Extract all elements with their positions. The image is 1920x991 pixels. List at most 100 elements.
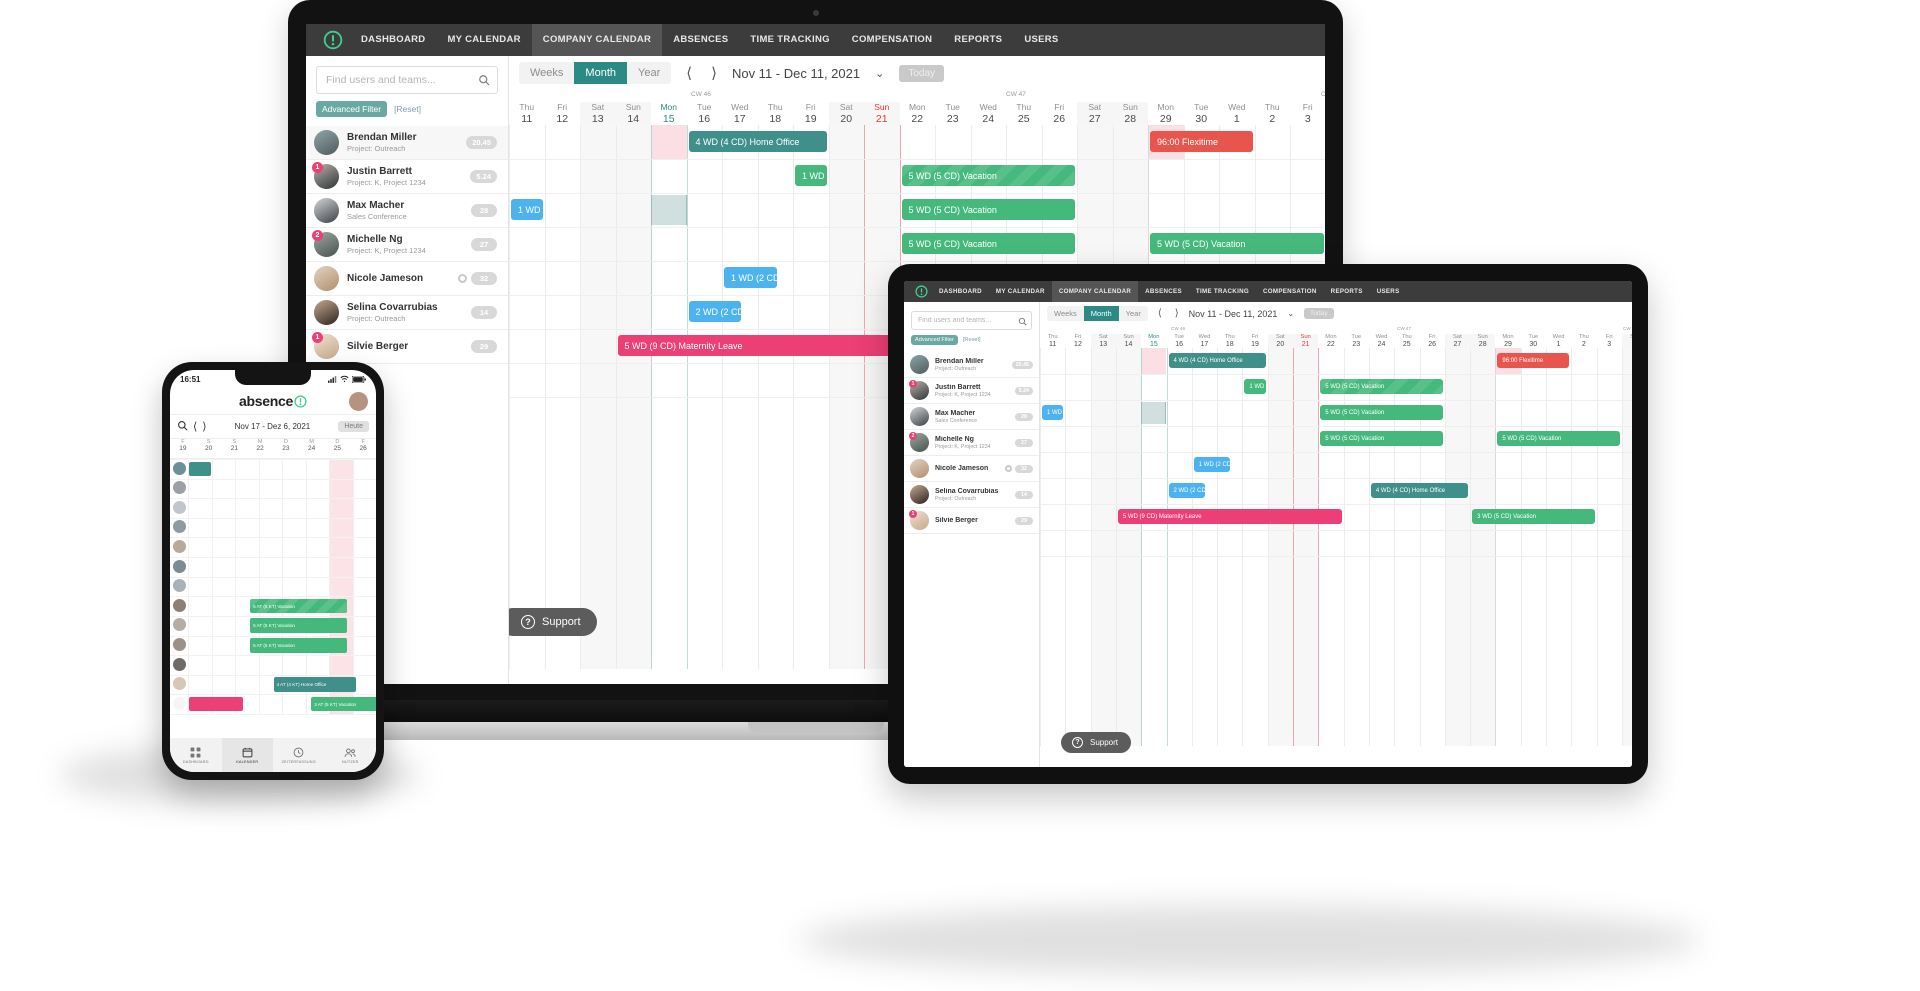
view-month-button[interactable]: Month [1083,306,1119,321]
view-year-button[interactable]: Year [627,62,671,84]
chevron-right-icon[interactable]: ⟩ [1172,308,1182,319]
today-button[interactable]: Today [899,64,945,82]
calendar-event-bar[interactable]: 3 AT (5 KT) Vacation [311,696,376,712]
day-column[interactable]: Sun 14 [615,102,651,125]
day-column[interactable]: Mon 29 [1148,102,1184,125]
day-column[interactable]: Sat 27 [1444,334,1471,348]
day-column[interactable]: Mon 15 [651,102,687,125]
user-list-item[interactable]: Max Macher Sales Conference 28 [306,194,508,228]
avatar[interactable] [349,392,368,411]
nav-item-dashboard[interactable]: DASHBOARD [350,24,436,56]
nav-item-dashboard[interactable]: DASHBOARD [932,281,989,302]
nav-item-company-calendar[interactable]: COMPANY CALENDAR [531,24,663,56]
user-list-item[interactable]: 2 Michelle Ng Project: K, Project 1234 2… [306,228,508,262]
chevron-left-icon[interactable]: ⟨ [1155,308,1165,319]
phone-nav-dashboard[interactable]: DASHBOARD [170,738,222,772]
reset-filter-link[interactable]: [Reset] [394,104,421,114]
calendar-event-bar[interactable]: 5 WD (5 CD) Vacation [1150,233,1324,254]
calendar-event-bar[interactable]: 5 WD (5 CD) Vacation [1320,379,1443,394]
user-list-item[interactable]: Nicole Jameson 32 [904,456,1039,482]
advanced-filter-button[interactable]: Advanced Filter [316,101,388,117]
day-column[interactable]: Sat 13 [1090,334,1116,348]
day-column[interactable]: Thu 11 [1040,334,1065,348]
date-range-label[interactable]: Nov 11 - Dec 11, 2021 [1189,309,1278,319]
calendar-event-bar[interactable]: 5 WD (5 CD) Vacation [1497,431,1620,446]
day-column[interactable]: Fri 26 [1419,334,1444,348]
user-list-item[interactable]: Brendan Miller Project: Outreach 20.45 [904,352,1039,378]
calendar-event-bar[interactable]: 5 WD (5 CD) Vacation [1320,431,1443,446]
date-range-label[interactable]: Nov 17 - Dez 6, 2021 [212,422,334,431]
calendar-event-bar[interactable]: 5 WD (5 CD) Vacation [901,165,1075,186]
search-icon[interactable] [177,418,188,436]
reset-filter-link[interactable]: [Reset] [963,337,981,343]
phone-day-column[interactable]: D 23 [273,439,299,458]
calendar-event-bar[interactable]: 1 WD (2 CD) [1193,457,1231,472]
day-column[interactable]: Wed 24 [1369,334,1394,348]
calendar-event-bar[interactable]: 5 AT (5 KT) Vacation [250,638,347,653]
day-column[interactable]: Wed 24 [971,102,1007,125]
day-column[interactable]: Wed 17 [722,102,758,125]
calendar-event-bar[interactable]: 1 WD (2 CD) [724,267,777,288]
calendar-event-bar[interactable]: 4 WD (4 CD) Home Office [1370,483,1469,498]
view-year-button[interactable]: Year [1119,306,1148,321]
drag-selection[interactable] [651,195,687,225]
day-column[interactable]: Tue 16 [1166,334,1191,348]
day-column[interactable]: Thu 18 [758,102,794,125]
phone-day-column[interactable]: D 25 [325,439,351,458]
day-column[interactable]: Thu 25 [1006,102,1042,125]
search-input[interactable] [911,311,1032,330]
calendar-event-bar[interactable]: 3 WD (5 CD) Vacation [1472,509,1595,524]
avatar[interactable] [173,559,186,573]
day-column[interactable]: Sat 13 [580,102,616,125]
nav-item-company-calendar[interactable]: COMPANY CALENDAR [1051,281,1139,302]
support-button[interactable]: ? Support [509,608,597,636]
today-button[interactable]: Today [1304,308,1334,319]
avatar[interactable] [173,638,186,652]
nav-item-reports[interactable]: REPORTS [943,24,1013,56]
date-range-label[interactable]: Nov 11 - Dec 11, 2021 [732,66,860,81]
calendar-event-bar[interactable]: 4 WD (4 CD) Home Office [688,131,827,152]
nav-item-time-tracking[interactable]: TIME TRACKING [1189,281,1256,302]
day-column[interactable]: Thu 18 [1217,334,1242,348]
phone-day-column[interactable]: S 20 [196,439,222,458]
view-month-button[interactable]: Month [574,62,627,84]
day-column[interactable]: Thu 2 [1571,334,1596,348]
nav-item-compensation[interactable]: COMPENSATION [841,24,943,56]
day-column[interactable]: Wed 1 [1219,102,1255,125]
phone-day-column[interactable]: F 19 [170,439,196,458]
avatar[interactable] [173,461,186,475]
day-column[interactable]: Tue 30 [1521,334,1546,348]
user-list-item[interactable]: Brendan Miller Project: Outreach 20.45 [306,126,508,160]
nav-item-my-calendar[interactable]: MY CALENDAR [436,24,531,56]
avatar[interactable] [173,677,186,691]
day-column[interactable]: Sun 14 [1115,334,1142,348]
avatar[interactable] [173,618,186,632]
calendar-event-bar[interactable]: 1 WD (1 CD) Sick [1244,379,1266,394]
day-column[interactable]: Wed 1 [1546,334,1571,348]
calendar-event-bar[interactable]: 5 WD (5 CD) Vacation [1320,405,1443,420]
avatar[interactable] [173,500,186,514]
nav-item-my-calendar[interactable]: MY CALENDAR [989,281,1052,302]
support-button[interactable]: ? Support [1061,732,1132,753]
phone-nav-nutzer[interactable]: NUTZER [325,738,377,772]
chevron-down-icon[interactable]: ⌄ [1284,309,1297,318]
day-column[interactable]: Fri 26 [1042,102,1078,125]
phone-day-column[interactable]: S 21 [222,439,248,458]
day-column[interactable]: Fri 3 [1597,334,1622,348]
chevron-left-icon[interactable]: ⟨ [682,64,696,82]
phone-day-column[interactable]: M 24 [299,439,325,458]
day-column[interactable]: Tue 23 [935,102,971,125]
calendar-event-bar[interactable]: 1 WD (1 CD) Sick [795,165,827,186]
day-column[interactable]: Mon 15 [1141,334,1166,348]
avatar[interactable] [173,657,186,671]
phone-nav-kalender[interactable]: KALENDER [221,738,273,772]
calendar-event-bar[interactable] [189,696,244,712]
nav-item-absences[interactable]: ABSENCES [662,24,739,56]
absenceio-logo-icon[interactable] [316,24,350,56]
day-column[interactable]: Fri 12 [1065,334,1090,348]
day-column[interactable]: Mon 22 [900,102,936,125]
view-weeks-button[interactable]: Weeks [1047,306,1084,321]
calendar-event-bar[interactable] [189,461,211,477]
advanced-filter-button[interactable]: Advanced Filter [911,335,958,345]
phone-nav-zeiterfassung[interactable]: ZEITERFASSUNG [273,738,325,772]
